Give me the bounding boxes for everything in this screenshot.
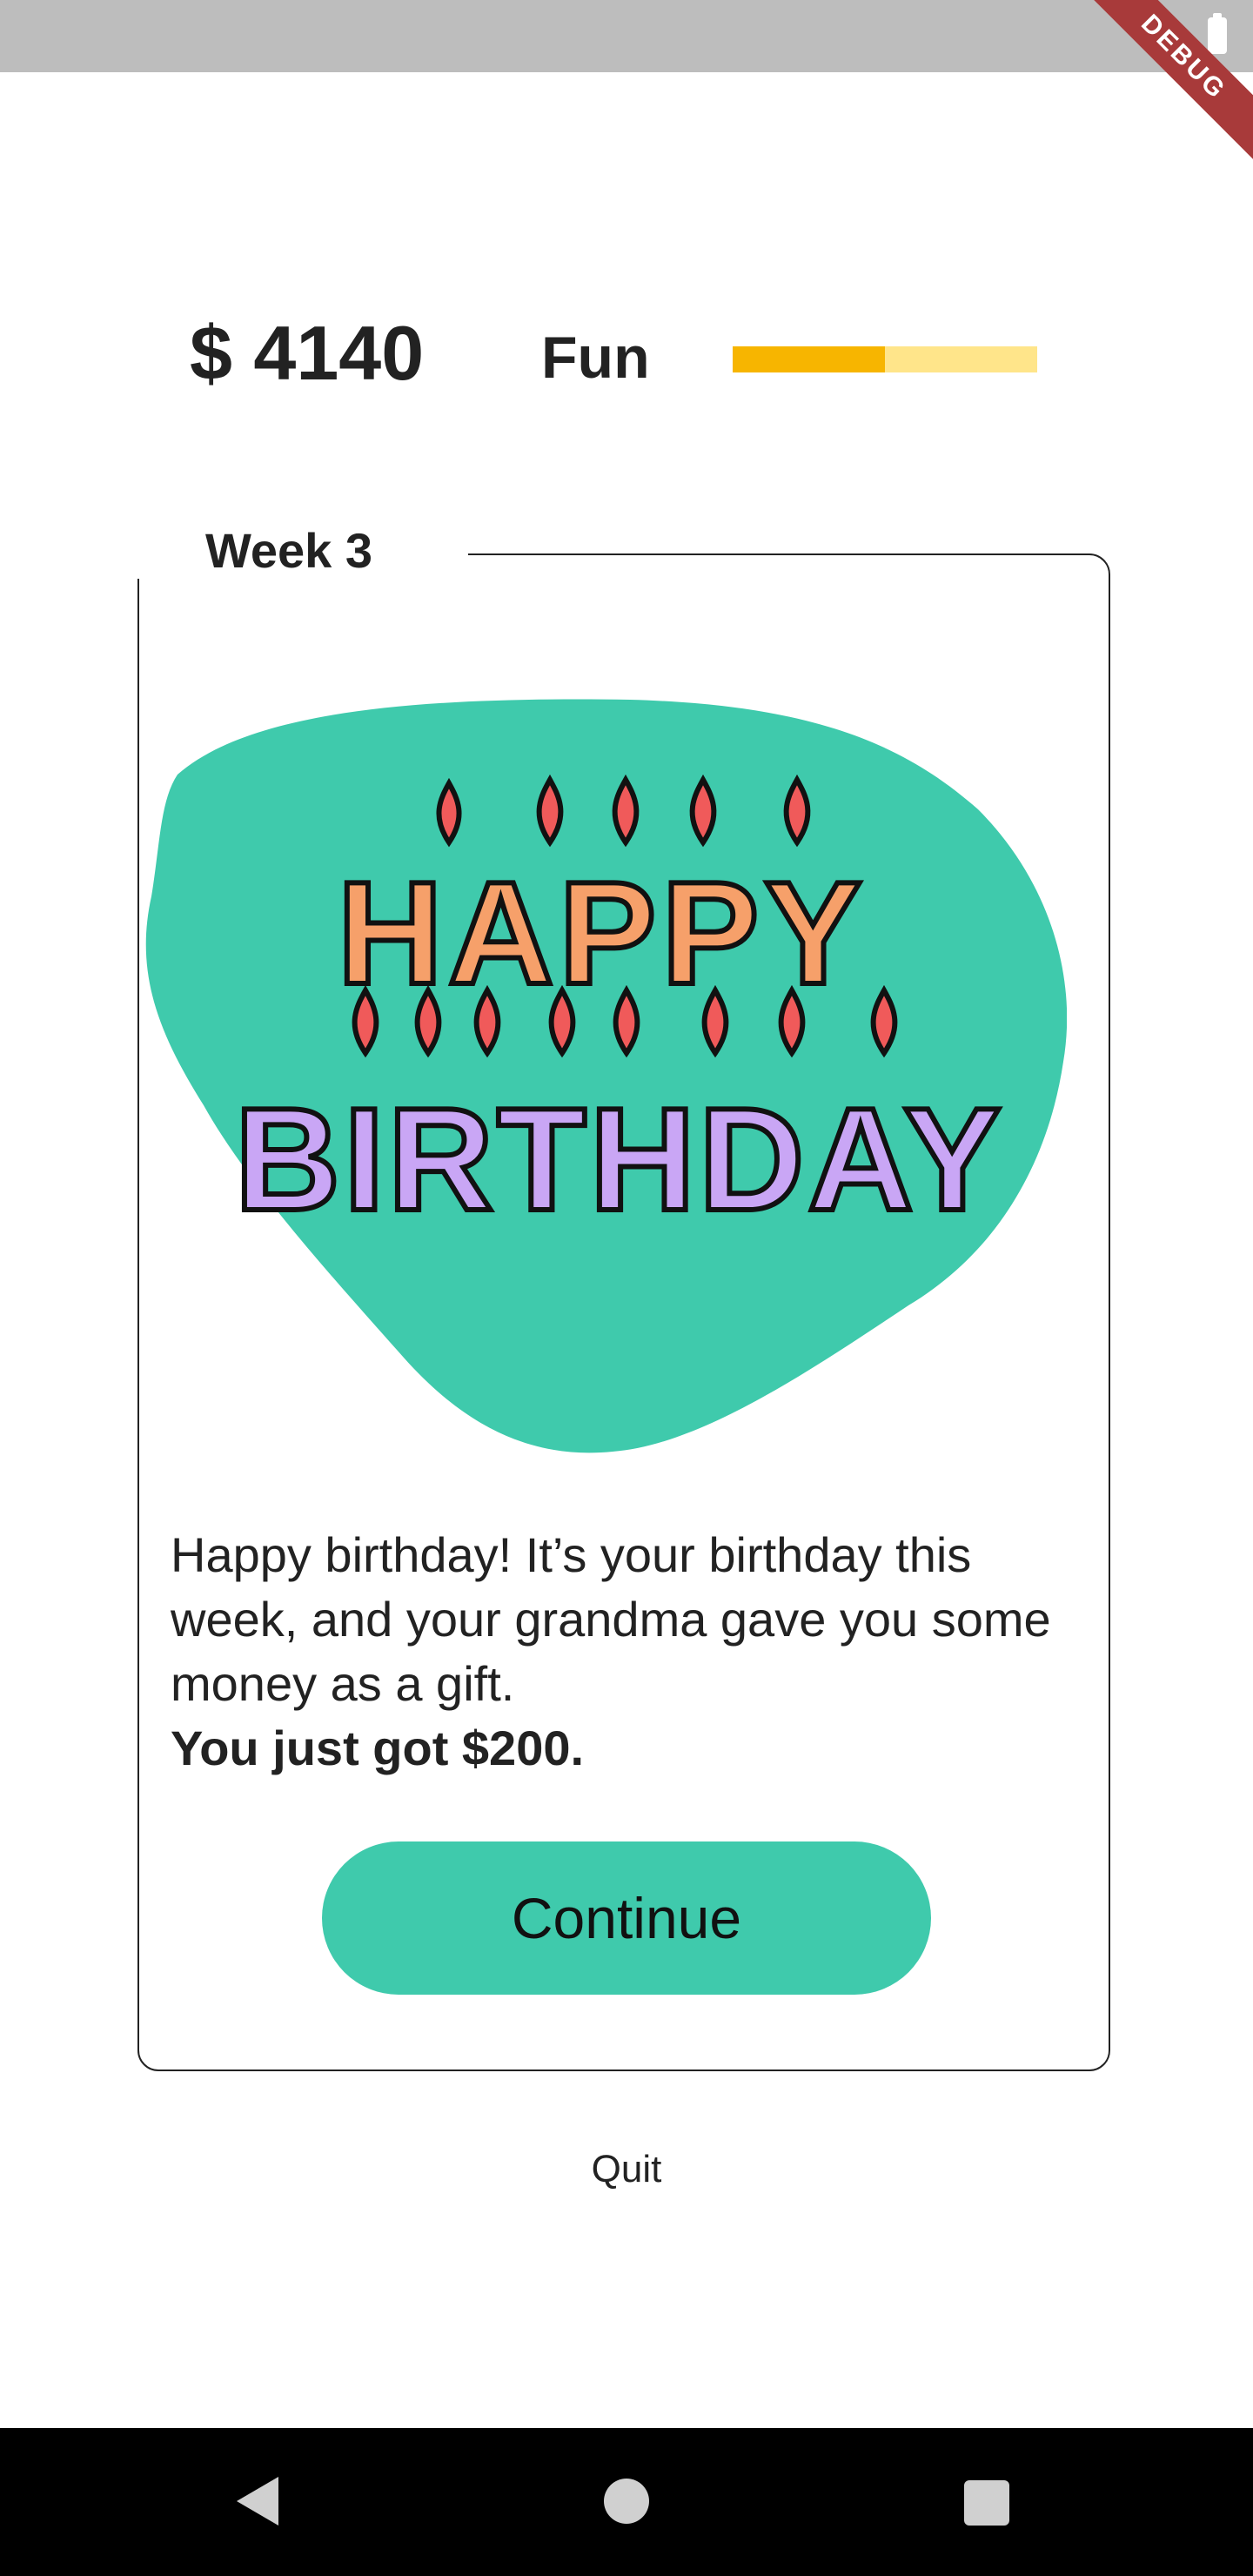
week-label: Week 3 (205, 523, 372, 578)
birthday-text: BIRTHDAY (235, 1077, 1005, 1241)
money-balance: $ 4140 (190, 310, 425, 396)
fun-meter-fill (733, 346, 885, 372)
back-icon[interactable] (237, 2477, 278, 2526)
birthday-illustration: HAPPY BIRTHDAY (145, 699, 1067, 1453)
battery-icon (1208, 13, 1227, 54)
fun-meter (733, 346, 1037, 372)
fun-label: Fun (541, 325, 650, 391)
happy-text: HAPPY (338, 851, 868, 1015)
continue-button[interactable]: Continue (322, 1841, 931, 1995)
status-bar (0, 0, 1253, 72)
quit-button[interactable]: Quit (0, 2148, 1253, 2191)
home-icon[interactable] (604, 2479, 649, 2524)
card-title: Week 3 (110, 522, 468, 579)
story-text: Happy birthday! It’s your birthday this … (171, 1523, 1093, 1781)
blob-background (145, 699, 1067, 1453)
story-bold-line: You just got $200. (171, 1721, 585, 1775)
story-body: Happy birthday! It’s your birthday this … (171, 1527, 1051, 1711)
recent-apps-icon[interactable] (964, 2480, 1009, 2526)
